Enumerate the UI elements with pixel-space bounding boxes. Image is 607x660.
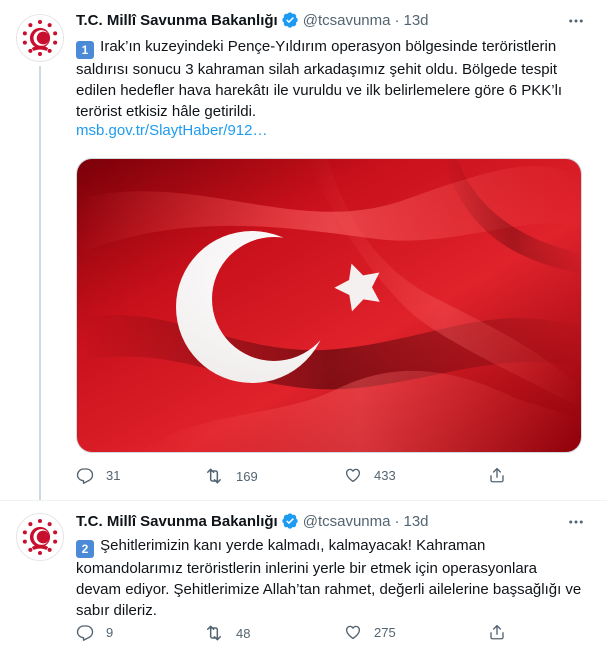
tweet-timestamp[interactable]: 13d: [403, 12, 428, 29]
tweet-header: T.C. Millî Savunma Bakanlığı @tcsavunma …: [76, 511, 429, 531]
retweet-button[interactable]: 169: [204, 466, 258, 486]
retweet-icon: [204, 623, 224, 643]
thread-connector: [39, 66, 41, 500]
retweet-count: 48: [236, 625, 251, 641]
share-button[interactable]: [488, 623, 506, 641]
tweet-link[interactable]: msb.gov.tr/SlaytHaber/912…: [76, 122, 267, 139]
retweet-icon: [204, 466, 224, 486]
verified-badge-icon: [281, 512, 299, 530]
keycap-number-icon: 2: [76, 540, 94, 558]
author-name[interactable]: T.C. Millî Savunma Bakanlığı: [76, 513, 278, 530]
author-handle[interactable]: @tcsavunma: [303, 12, 391, 29]
ministry-logo-icon: [18, 16, 62, 60]
retweet-count: 169: [236, 468, 258, 484]
tweet-text: 2 Şehitlerimizin kanı yerde kalmadı, kal…: [76, 535, 586, 621]
tweet[interactable]: T.C. Millî Savunma Bakanlığı @tcsavunma …: [0, 500, 607, 660]
tweet-body: Şehitlerimizin kanı yerde kalmadı, kalma…: [76, 537, 582, 619]
reply-icon: [76, 623, 94, 641]
reply-icon: [76, 466, 94, 484]
tweet-actions: 31 169 433: [76, 466, 506, 486]
like-button[interactable]: 433: [344, 466, 396, 484]
retweet-button[interactable]: 48: [204, 623, 250, 643]
reply-button[interactable]: 9: [76, 623, 113, 641]
tweet[interactable]: T.C. Millî Savunma Bakanlığı @tcsavunma …: [0, 0, 607, 500]
separator-dot: ·: [394, 512, 400, 530]
more-options-icon[interactable]: [567, 12, 585, 30]
ministry-logo-icon: [18, 515, 62, 559]
author-handle[interactable]: @tcsavunma: [303, 513, 391, 530]
reply-count: 9: [106, 624, 114, 640]
tweet-text: 1 Irak’ın kuzeyindeki Pençe-Yıldırım ope…: [76, 36, 586, 122]
avatar[interactable]: [16, 14, 64, 62]
tweet-body: Irak’ın kuzeyindeki Pençe-Yıldırım opera…: [76, 38, 563, 120]
more-options-icon[interactable]: [567, 513, 585, 531]
like-count: 275: [374, 624, 396, 640]
heart-icon: [344, 623, 362, 641]
reply-button[interactable]: 31: [76, 466, 120, 484]
author-name[interactable]: T.C. Millî Savunma Bakanlığı: [76, 12, 278, 29]
share-button[interactable]: [488, 466, 506, 484]
tweet-media-image[interactable]: [76, 158, 582, 453]
share-icon: [488, 466, 506, 484]
tweet-actions: 9 48 275: [76, 623, 506, 643]
verified-badge-icon: [281, 11, 299, 29]
turkish-flag-image: [77, 159, 581, 452]
reply-count: 31: [106, 467, 121, 483]
tweet-timestamp[interactable]: 13d: [403, 513, 428, 530]
keycap-number-icon: 1: [76, 41, 94, 59]
separator-dot: ·: [394, 11, 400, 29]
heart-icon: [344, 466, 362, 484]
avatar[interactable]: [16, 513, 64, 561]
share-icon: [488, 623, 506, 641]
like-count: 433: [374, 467, 396, 483]
like-button[interactable]: 275: [344, 623, 396, 641]
tweet-header: T.C. Millî Savunma Bakanlığı @tcsavunma …: [76, 10, 429, 30]
